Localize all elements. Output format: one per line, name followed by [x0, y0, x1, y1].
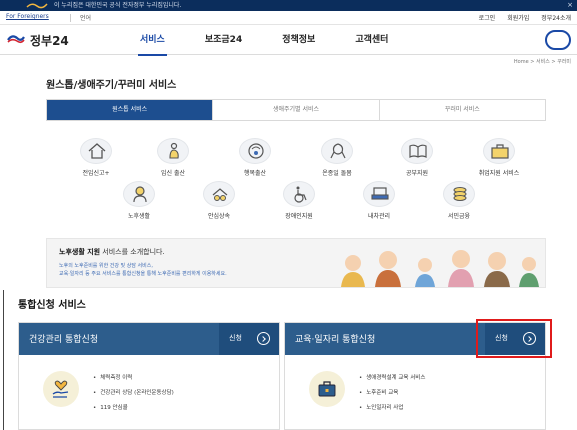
briefcase-icon — [318, 381, 336, 397]
senior-promo-banner: 노후생활 지원 서비스를 소개합니다. 노후의 노후준비를 위한 건강 및 상담… — [46, 238, 546, 288]
service-label: 공부지원 — [405, 170, 429, 177]
health-integrated-card: 건강관리 통합신청 신청 체력측정 이력 건강관리 상담 (온라인운동상담) 1… — [18, 322, 280, 430]
banner-text: 이 누리집은 대한민국 공식 전자정부 누리집입니다. — [54, 2, 182, 9]
service-item-birth[interactable]: 행복출산 — [220, 138, 290, 177]
government-banner: 이 누리집은 대한민국 공식 전자정부 누리집입니다. × — [0, 0, 577, 11]
promo-title-bold: 노후생활 지원 — [59, 248, 101, 256]
list-item: 119 안심콜 — [93, 401, 174, 416]
pregnancy-icon — [169, 142, 179, 159]
search-button[interactable] — [545, 30, 571, 50]
list-item: 노인일자리 사업 — [359, 401, 425, 416]
card-item-list: 생애경력설계 교육 서비스 노후준비 교육 노인일자리 사업 — [359, 371, 425, 416]
for-foreigners-link[interactable]: For Foreigners — [6, 13, 49, 20]
site-header: 정부24 서비스 보조금24 정책정보 고객센터 — [0, 25, 577, 56]
service-item-care[interactable]: 온종일 돌봄 — [302, 138, 372, 177]
util-links: 로그인 회원가입 정부24소개 — [479, 13, 571, 22]
service-item-pregnancy[interactable]: 임신 출산 — [138, 138, 208, 177]
service-label: 안심상속 — [207, 213, 231, 220]
heart-hand-icon — [52, 380, 69, 398]
baby-icon — [248, 143, 264, 159]
service-label: 서민금융 — [447, 213, 471, 220]
signup-link[interactable]: 회원가입 — [507, 13, 529, 22]
coins-icon — [453, 187, 467, 201]
service-label: 장애인지원 — [285, 213, 313, 220]
service-label: 행복출산 — [243, 170, 267, 177]
utility-bar: For Foreigners 언어 로그인 회원가입 정부24소개 — [0, 11, 577, 25]
tab-onestop[interactable]: 원스톱 서비스 — [47, 100, 213, 120]
service-item-move-in[interactable]: 전입신고+ — [61, 138, 131, 177]
service-item-employment[interactable]: 취업지원 서비스 — [464, 138, 534, 177]
divider — [3, 290, 4, 430]
inheritance-icon — [212, 188, 228, 201]
service-item-disability[interactable]: 장애인지원 — [264, 181, 334, 220]
page-title: 원스톱/생애주기/꾸러미 서비스 — [46, 80, 177, 91]
apply-label: 신청 — [229, 334, 242, 342]
family-illustration-icon — [341, 250, 539, 287]
card-body: 생애경력설계 교육 서비스 노후준비 교육 노인일자리 사업 — [285, 355, 545, 430]
service-item-study[interactable]: 공부지원 — [382, 138, 452, 177]
promo-title-rest: 서비스를 소개합니다. — [100, 248, 165, 256]
service-item-inheritance[interactable]: 안심상속 — [184, 181, 254, 220]
house-icon — [88, 143, 106, 159]
nav-services[interactable]: 서비스 — [138, 25, 167, 56]
banner-close-button[interactable]: × — [567, 1, 573, 10]
service-item-finance[interactable]: 서민금융 — [424, 181, 494, 220]
promo-title: 노후생활 지원 서비스를 소개합니다. — [59, 247, 165, 257]
service-item-my-car[interactable]: 내차관리 — [344, 181, 414, 220]
service-label: 노후생활 — [127, 213, 151, 220]
tab-lifecycle[interactable]: 생애주기별 서비스 — [212, 100, 379, 120]
book-icon — [409, 144, 427, 158]
briefcase-icon — [491, 144, 509, 159]
card-icon-wrap — [309, 371, 345, 407]
health-apply-button[interactable]: 신청 — [219, 323, 279, 355]
about-link[interactable]: 정부24소개 — [541, 13, 571, 22]
gov-mark-icon — [26, 3, 48, 9]
main-nav: 서비스 보조금24 정책정보 고객센터 — [138, 25, 428, 56]
list-item: 체력측정 이력 — [93, 371, 174, 386]
service-label: 전입신고+ — [82, 170, 110, 177]
wheelchair-icon — [294, 186, 307, 203]
promo-desc: 교육·일자리 등 주요 서비스를 통합신청을 통해 노후준비를 편리하게 이용하… — [59, 271, 227, 277]
divider — [70, 14, 71, 22]
login-link[interactable]: 로그인 — [479, 13, 496, 22]
list-item: 건강관리 상담 (온라인운동상담) — [93, 386, 174, 401]
nav-subsidy24[interactable]: 보조금24 — [205, 25, 242, 55]
service-label: 온종일 돌봄 — [322, 170, 352, 177]
card-item-list: 체력측정 이력 건강관리 상담 (온라인운동상담) 119 안심콜 — [93, 371, 174, 416]
chevron-right-icon — [257, 332, 270, 345]
list-item: 노후준비 교육 — [359, 386, 425, 401]
elder-icon — [133, 186, 147, 203]
service-item-senior-life[interactable]: 노후생활 — [104, 181, 174, 220]
card-title: 건강관리 통합신청 — [29, 335, 99, 345]
card-title: 교육·일자리 통합신청 — [295, 335, 376, 345]
tab-package[interactable]: 꾸러미 서비스 — [378, 100, 545, 120]
service-label: 내차관리 — [367, 213, 391, 220]
promo-desc: 노후의 노후준비를 위한 건강 및 상담 서비스, — [59, 263, 153, 269]
site-logo[interactable]: 정부24 — [30, 32, 69, 49]
card-body: 체력측정 이력 건강관리 상담 (온라인운동상담) 119 안심콜 — [19, 355, 279, 430]
nav-customer-center[interactable]: 고객센터 — [355, 25, 388, 55]
breadcrumb: Home > 서비스 > 꾸러미 — [513, 59, 571, 65]
card-header: 건강관리 통합신청 신청 — [19, 323, 279, 355]
taegeuk-logo-icon[interactable] — [7, 33, 25, 46]
service-label: 취업지원 서비스 — [478, 170, 520, 177]
language-button[interactable]: 언어 — [80, 13, 91, 22]
nav-policy[interactable]: 정책정보 — [282, 25, 315, 55]
card-icon-wrap — [43, 371, 79, 407]
section-title: 통합신청 서비스 — [18, 300, 86, 311]
ribbon-icon — [330, 143, 346, 159]
service-label: 임신 출산 — [161, 170, 185, 177]
car-icon — [371, 187, 389, 200]
service-tabs: 원스톱 서비스 생애주기별 서비스 꾸러미 서비스 — [46, 99, 546, 121]
list-item: 생애경력설계 교육 서비스 — [359, 371, 425, 386]
apply-button-highlight — [476, 319, 552, 358]
